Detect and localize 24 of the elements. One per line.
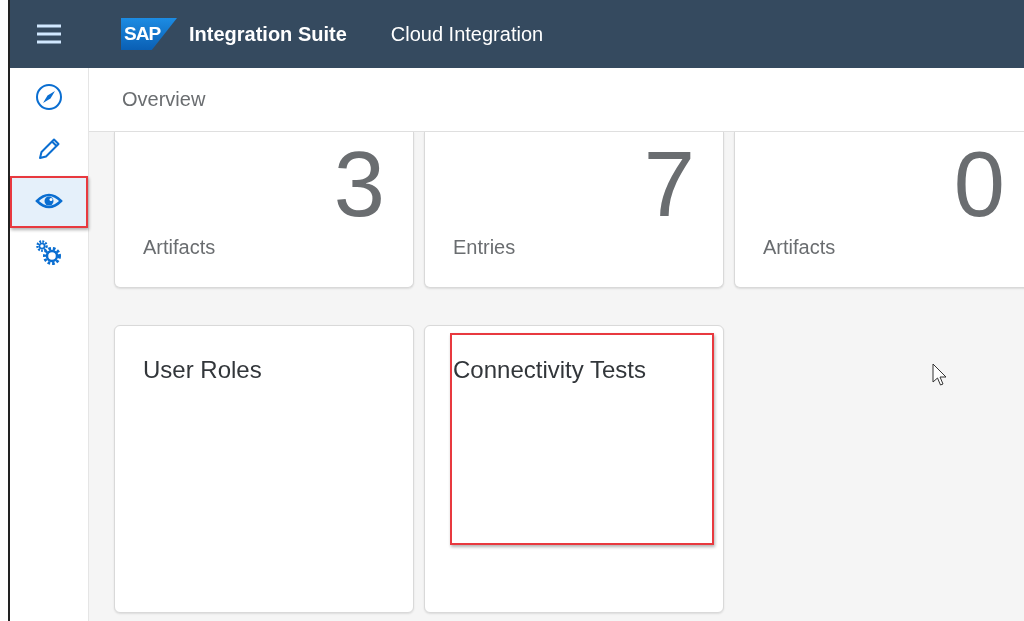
tile-count: 0 bbox=[953, 138, 1005, 230]
tile-title: Connectivity Tests bbox=[453, 356, 646, 384]
page-title: Overview bbox=[122, 88, 206, 111]
tile-title: User Roles bbox=[143, 356, 262, 384]
sidebar-item[interactable] bbox=[10, 176, 88, 228]
menu-icon bbox=[36, 24, 62, 44]
tile[interactable]: 7 Entries bbox=[424, 132, 724, 288]
section-title: Cloud Integration bbox=[390, 22, 544, 46]
product-name: Integration Suite bbox=[189, 22, 347, 46]
tile[interactable]: 3 Artifacts bbox=[114, 132, 414, 288]
tile[interactable]: Connectivity Tests bbox=[424, 325, 724, 613]
tile-label: Artifacts bbox=[143, 236, 216, 259]
tile-label: Entries bbox=[453, 236, 516, 259]
tile-label: Artifacts bbox=[763, 236, 836, 259]
tile[interactable]: User Roles bbox=[114, 325, 414, 613]
tile-count: 7 bbox=[643, 138, 695, 230]
logo: SAP bbox=[121, 18, 177, 50]
gears-icon bbox=[35, 239, 63, 267]
tile[interactable]: 0 Artifacts bbox=[734, 132, 1024, 288]
tile-count: 3 bbox=[333, 138, 385, 230]
pencil-icon bbox=[36, 136, 62, 162]
compass-icon bbox=[35, 83, 63, 111]
mouse-pointer-icon bbox=[932, 363, 948, 387]
eye-icon bbox=[35, 192, 63, 210]
